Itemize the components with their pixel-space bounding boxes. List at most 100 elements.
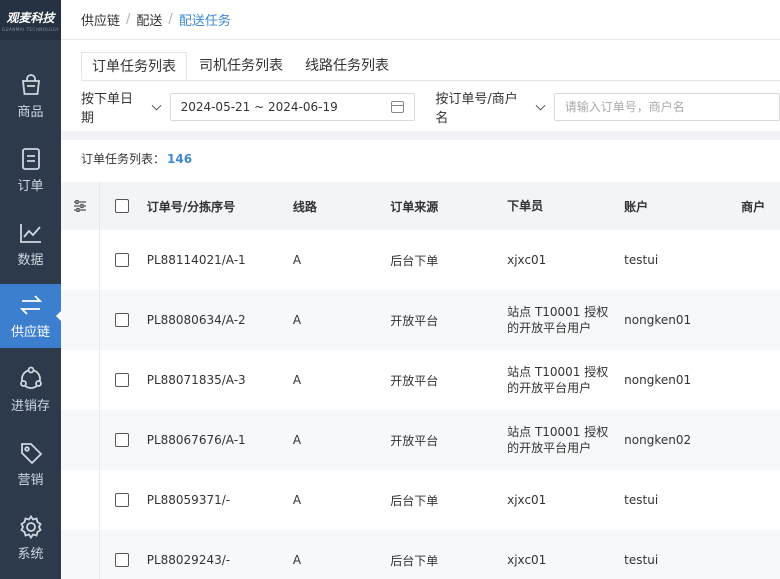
order-user: xjxc01 xyxy=(507,253,547,267)
order-task-table: 订单号/分拣序号 线路 订单来源 下单员 账户 商户 PL88114021/A-… xyxy=(61,182,780,579)
order-source: 开放平台 xyxy=(390,433,439,448)
sidebar-item-orders[interactable]: 订单 xyxy=(0,138,61,202)
column-divider xyxy=(99,530,100,579)
column-header: 线路 xyxy=(292,199,317,214)
account: testui xyxy=(624,493,659,507)
filter-bar: 按下单日期 2024-05-21 ~ 2024-06-19 按订单号/商户名 xyxy=(81,92,780,126)
account: testui xyxy=(624,553,659,567)
sidebar-item-label: 进销存 xyxy=(10,399,50,414)
column-divider xyxy=(99,290,100,350)
row-checkbox[interactable] xyxy=(115,253,130,267)
column-divider xyxy=(99,230,100,290)
table-row: PL88071835/A-3 A 开放平台 站点 T10001 授权的开放平台用… xyxy=(61,350,780,410)
column-divider xyxy=(99,470,100,530)
order-number: PL88059371/- xyxy=(146,493,231,507)
table-row: PL88067676/A-1 A 开放平台 站点 T10001 授权的开放平台用… xyxy=(61,410,780,470)
logo-subtext: GUANMAI TECHNOLOGY xyxy=(2,26,59,32)
sidebar-item-label: 供应链 xyxy=(10,325,50,340)
account: testui xyxy=(624,253,659,267)
account: nongken02 xyxy=(624,433,692,447)
column-header: 商户 xyxy=(741,199,766,214)
route: A xyxy=(292,253,302,267)
logo: 观麦科技 GUANMAI TECHNOLOGY xyxy=(0,0,61,40)
order-document-icon xyxy=(21,148,40,170)
search-input[interactable] xyxy=(553,93,780,121)
sidebar-item-label: 数据 xyxy=(17,253,44,268)
column-header: 订单来源 xyxy=(390,199,439,214)
table-row: PL88029243/- A 后台下单 xjxc01 testui xyxy=(61,530,780,579)
list-header: 订单任务列表： 146 xyxy=(81,150,192,167)
sidebar-item-system[interactable]: 系统 xyxy=(0,506,61,570)
row-checkbox[interactable] xyxy=(115,553,130,567)
row-checkbox[interactable] xyxy=(115,493,130,507)
tag-icon xyxy=(20,443,42,465)
order-user: 站点 T10001 授权的开放平台用户 xyxy=(507,365,609,395)
shopping-bag-icon xyxy=(21,74,40,95)
order-source: 后台下单 xyxy=(390,493,439,508)
column-header: 账户 xyxy=(624,199,649,214)
account: nongken01 xyxy=(624,313,692,327)
gear-icon xyxy=(19,514,42,540)
breadcrumb-separator: / xyxy=(126,12,131,27)
sidebar-item-label: 系统 xyxy=(17,547,44,562)
date-type-label: 按下单日期 xyxy=(81,92,134,126)
sidebar-item-label: 商品 xyxy=(17,105,44,120)
route: A xyxy=(292,313,302,327)
order-number: PL88067676/A-1 xyxy=(146,433,246,447)
order-number: PL88080634/A-2 xyxy=(146,313,246,327)
cycle-nodes-icon xyxy=(19,366,42,389)
line-chart-icon xyxy=(19,224,41,243)
date-range-value: 2024-05-21 ~ 2024-06-19 xyxy=(180,100,338,114)
account: nongken01 xyxy=(624,373,692,387)
column-header: 下单员 xyxy=(507,199,544,213)
tab-driver-tasks[interactable]: 司机任务列表 xyxy=(189,52,293,80)
breadcrumb-current: 配送任务 xyxy=(178,14,231,29)
column-divider xyxy=(99,182,100,230)
table-row: PL88080634/A-2 A 开放平台 站点 T10001 授权的开放平台用… xyxy=(61,290,780,350)
breadcrumb-separator: / xyxy=(168,12,173,27)
search-type-label: 按订单号/商户名 xyxy=(435,92,518,126)
sidebar-item-marketing[interactable]: 营销 xyxy=(0,432,61,496)
column-divider xyxy=(99,350,100,410)
column-header: 订单号/分拣序号 xyxy=(146,199,236,214)
sidebar-item-label: 订单 xyxy=(17,179,44,194)
section-divider xyxy=(61,131,780,140)
chevron-down-icon xyxy=(151,100,162,110)
order-number: PL88071835/A-3 xyxy=(146,373,246,387)
date-type-select[interactable]: 按下单日期 xyxy=(81,88,162,126)
calendar-icon xyxy=(391,101,405,113)
breadcrumb-item[interactable]: 供应链 xyxy=(81,10,120,29)
row-checkbox[interactable] xyxy=(115,373,130,387)
table-header: 订单号/分拣序号 线路 订单来源 下单员 账户 商户 xyxy=(61,182,780,230)
breadcrumb: 供应链 / 配送 / 配送任务 xyxy=(61,0,780,40)
sidebar-item-inventory[interactable]: 进销存 xyxy=(0,358,61,422)
order-source: 后台下单 xyxy=(390,553,439,568)
row-checkbox[interactable] xyxy=(115,313,130,327)
sidebar-item-data[interactable]: 数据 xyxy=(0,212,61,276)
order-user: 站点 T10001 授权的开放平台用户 xyxy=(507,305,609,335)
list-count: 146 xyxy=(167,152,193,166)
tab-bar: 订单任务列表 司机任务列表 线路任务列表 xyxy=(81,52,401,80)
logo-text: 观麦科技 xyxy=(6,10,55,25)
date-range-picker[interactable]: 2024-05-21 ~ 2024-06-19 xyxy=(169,93,416,121)
column-divider xyxy=(99,410,100,470)
select-all-checkbox[interactable] xyxy=(115,199,130,213)
search-type-select[interactable]: 按订单号/商户名 xyxy=(435,88,546,126)
order-source: 开放平台 xyxy=(390,373,439,388)
order-source: 后台下单 xyxy=(390,253,439,268)
order-number: PL88114021/A-1 xyxy=(146,253,246,267)
row-checkbox[interactable] xyxy=(115,433,130,447)
tabs-divider xyxy=(81,80,780,81)
sidebar-item-label: 营销 xyxy=(17,473,44,488)
breadcrumb-item[interactable]: 配送 xyxy=(136,10,162,29)
sidebar-item-goods[interactable]: 商品 xyxy=(0,64,61,128)
tab-route-tasks[interactable]: 线路任务列表 xyxy=(295,52,399,80)
swap-arrows-icon xyxy=(19,295,42,315)
route: A xyxy=(292,553,302,567)
order-user: xjxc01 xyxy=(507,553,547,567)
sidebar: 观麦科技 GUANMAI TECHNOLOGY 商品 订单 数据 供应链 进销存… xyxy=(0,0,62,579)
sidebar-item-supply-chain[interactable]: 供应链 xyxy=(0,284,62,348)
order-number: PL88029243/- xyxy=(146,553,231,567)
column-settings[interactable] xyxy=(61,200,98,212)
tab-order-tasks[interactable]: 订单任务列表 xyxy=(81,52,187,80)
